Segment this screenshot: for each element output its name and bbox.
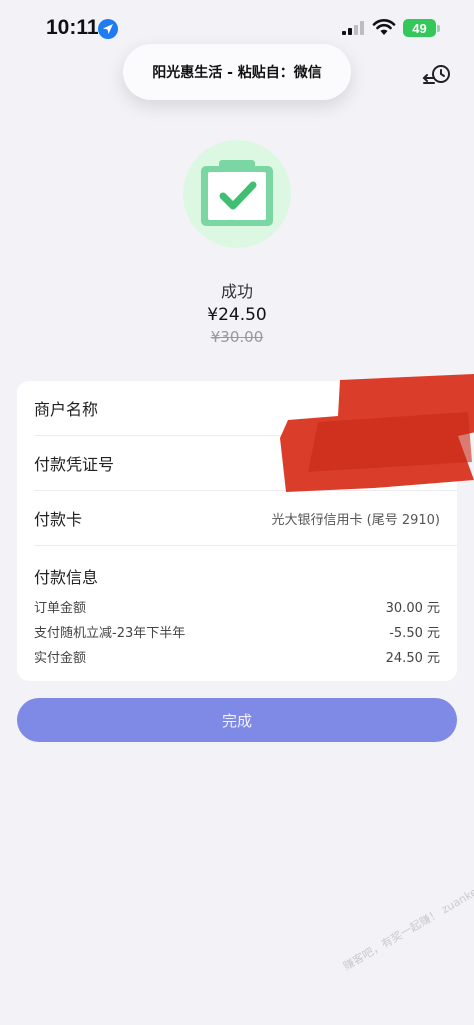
info-value: 24.50 元 xyxy=(385,651,440,666)
signal-icon xyxy=(342,21,364,35)
info-label: 订单金额 xyxy=(34,601,87,616)
info-label: 支付随机立减-23年下半年 xyxy=(34,626,186,641)
card-row: 付款卡 光大银行信用卡 (尾号 2910) xyxy=(34,491,457,546)
merchant-label: 商户名称 xyxy=(34,400,99,419)
battery-level: 49 xyxy=(412,20,427,36)
watermark: 赚客吧，有奖一起赚！ zuanke8.com xyxy=(341,868,474,973)
battery-icon: 49 xyxy=(403,19,436,37)
status-time: 10:11 xyxy=(46,16,99,39)
wifi-icon xyxy=(372,19,396,35)
info-label: 实付金额 xyxy=(34,651,87,666)
payment-status: 成功 xyxy=(220,282,253,301)
payment-info-title: 付款信息 xyxy=(34,568,99,587)
paid-amount: ¥24.50 xyxy=(207,305,267,325)
voucher-label: 付款凭证号 xyxy=(34,455,115,474)
redaction-scribble xyxy=(280,374,474,492)
info-value: -5.50 元 xyxy=(389,626,440,641)
card-label: 付款卡 xyxy=(34,510,83,529)
original-amount: ¥30.00 xyxy=(210,328,264,346)
info-line: 支付随机立减-23年下半年 -5.50 元 xyxy=(34,622,440,641)
location-arrow-icon xyxy=(98,19,118,39)
info-line: 实付金额 24.50 元 xyxy=(34,647,440,666)
info-value: 30.00 元 xyxy=(385,601,440,616)
history-icon[interactable] xyxy=(421,64,453,90)
paste-notification[interactable]: 阳光惠生活 - 粘贴自：微信 xyxy=(123,44,351,100)
card-value: 光大银行信用卡 (尾号 2910) xyxy=(271,512,441,528)
done-button[interactable]: 完成 xyxy=(17,698,457,742)
battery-cap xyxy=(437,25,440,32)
info-line: 订单金额 30.00 元 xyxy=(34,597,440,616)
success-clipboard-icon xyxy=(183,140,291,248)
